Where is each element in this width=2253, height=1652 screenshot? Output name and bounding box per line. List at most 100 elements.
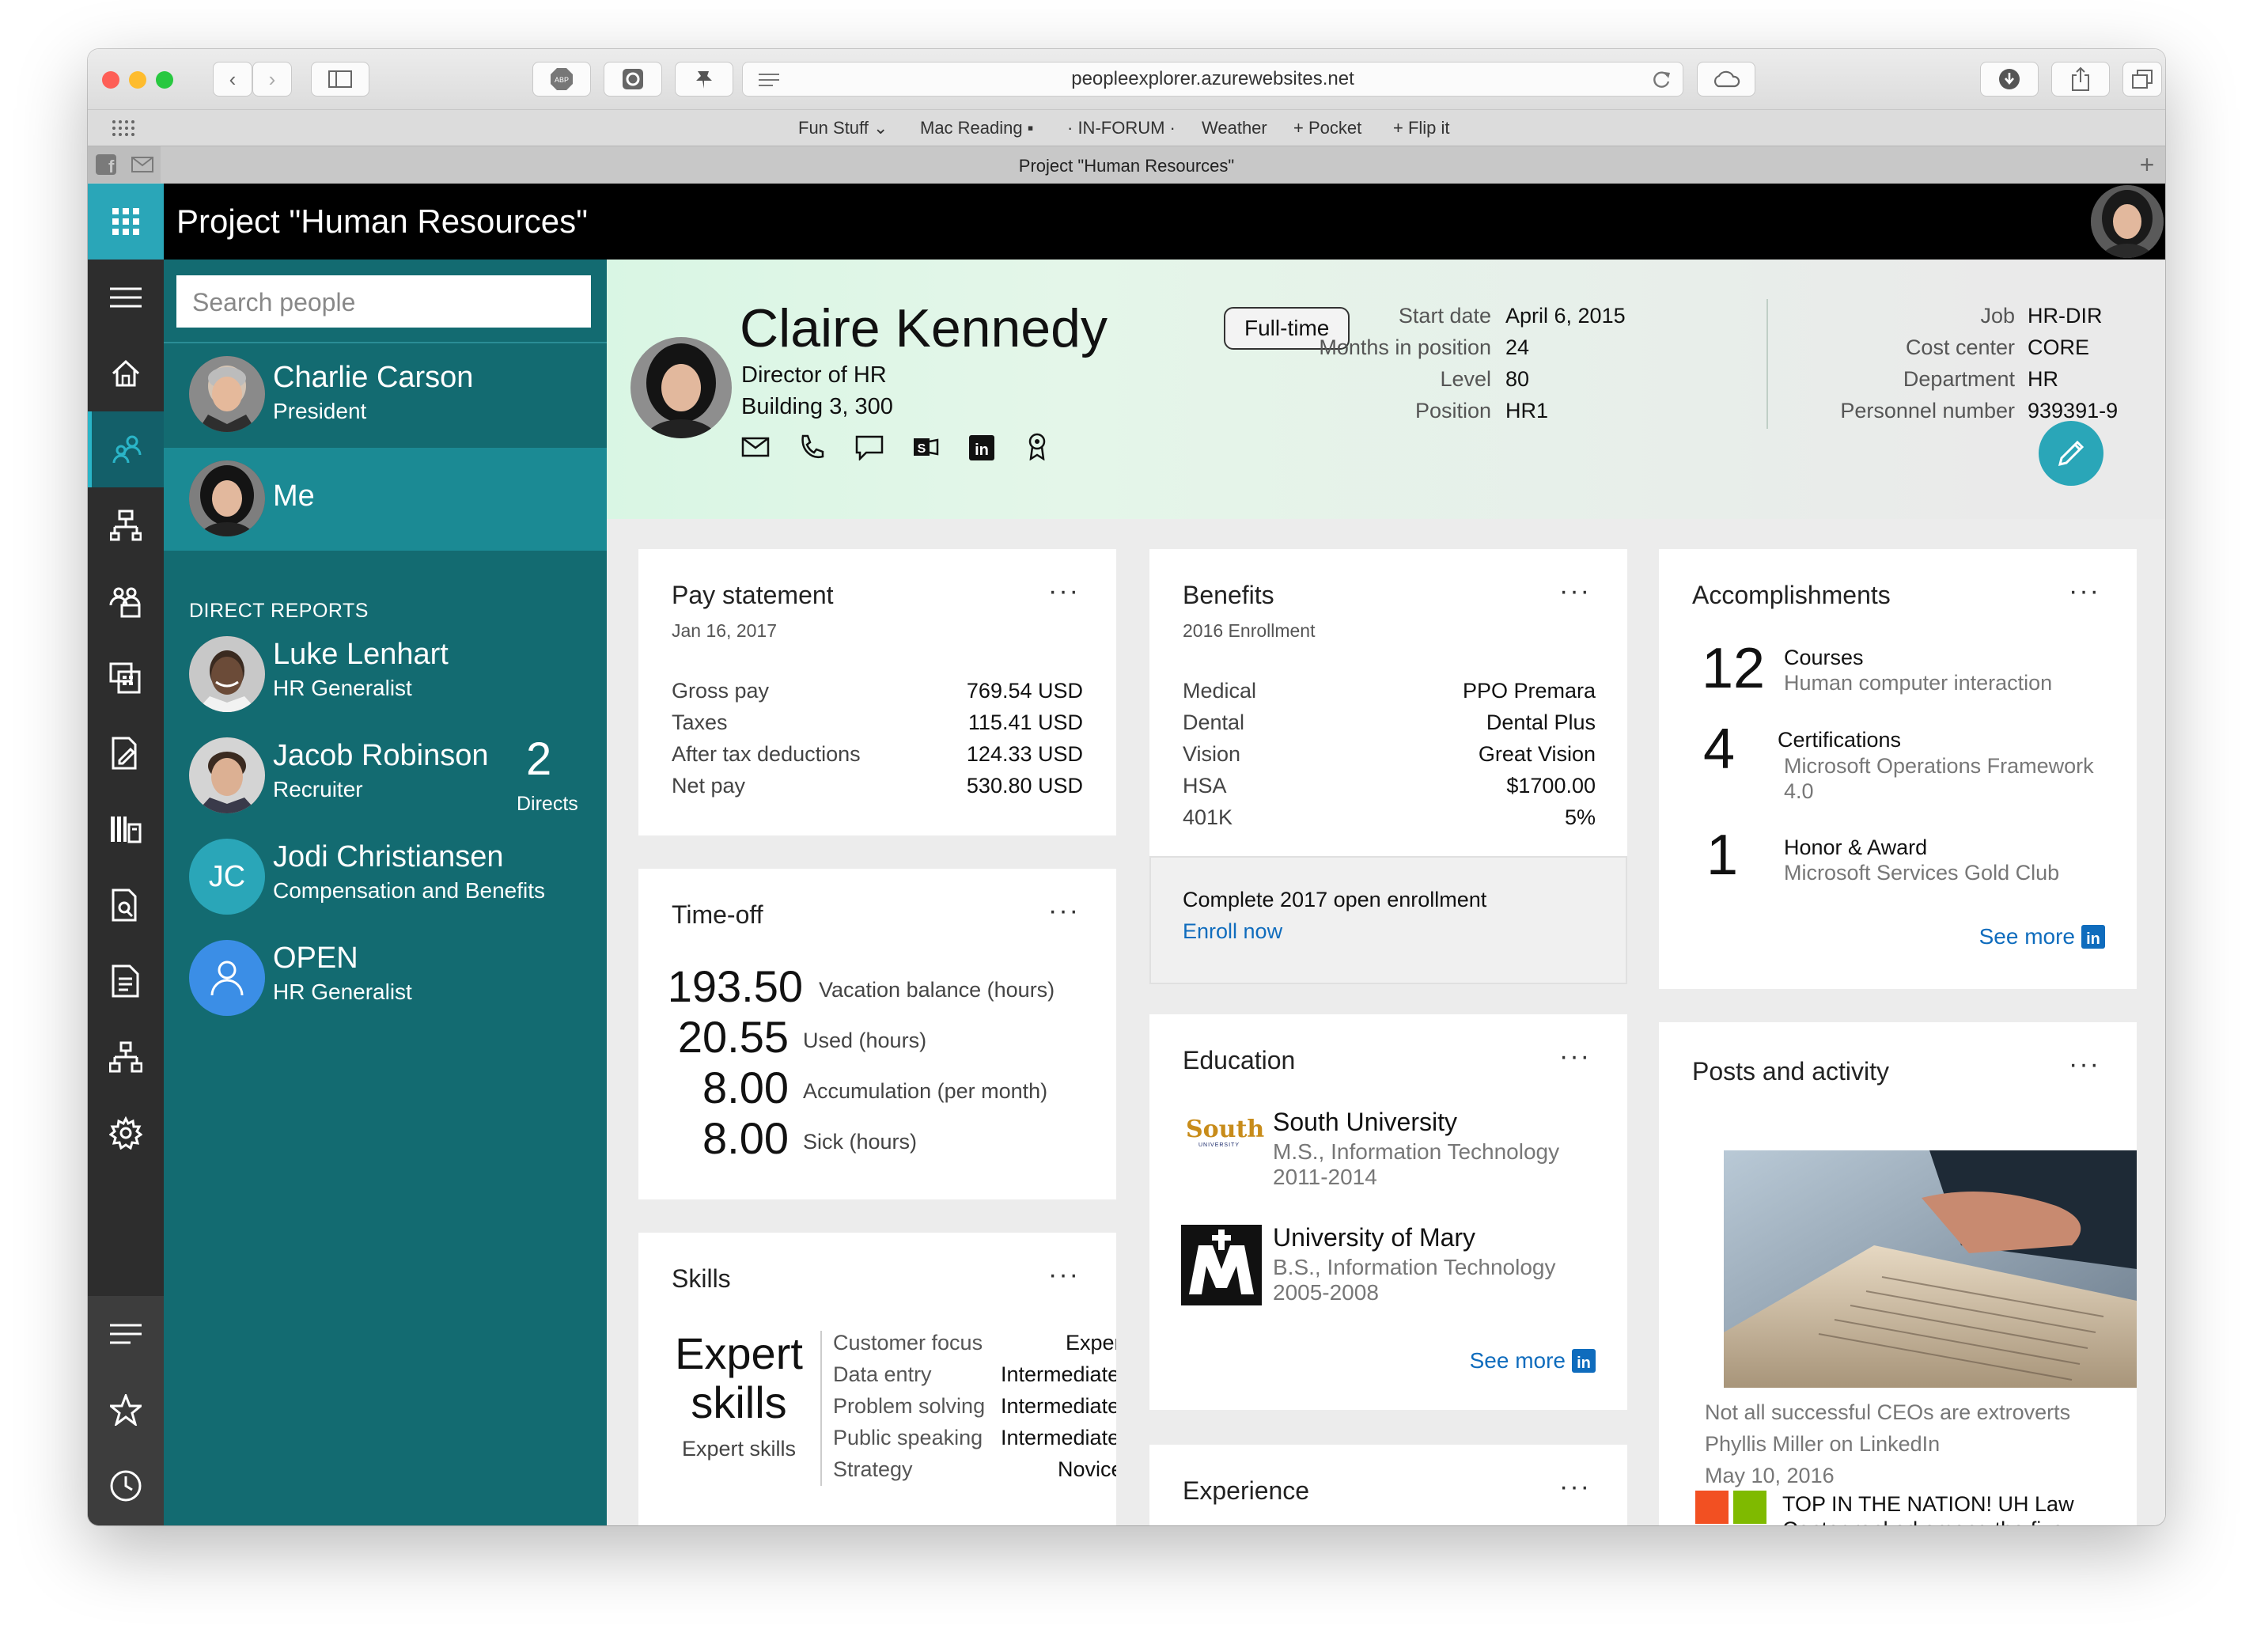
bookmark-pocket[interactable]: + Pocket: [1293, 118, 1361, 138]
accomplishment-label: Honor & Award: [1784, 835, 1928, 859]
cloud-icon: [1713, 70, 1740, 88]
list-item[interactable]: OPEN HR Generalist: [164, 940, 607, 1041]
share-button[interactable]: [2051, 62, 2110, 97]
benefits-card: Benefits 2016 Enrollment ··· Medical Den…: [1149, 549, 1627, 856]
tabs-icon: [2132, 70, 2153, 89]
close-window-button[interactable]: [102, 71, 119, 89]
field-label: Level: [1440, 367, 1491, 391]
menu-button[interactable]: [88, 260, 164, 335]
skill-name: Problem solving: [833, 1394, 986, 1418]
minimize-window-button[interactable]: [129, 71, 146, 89]
more-options-button[interactable]: ···: [2069, 576, 2100, 607]
nav-review[interactable]: [88, 867, 164, 943]
back-button[interactable]: ‹: [213, 62, 252, 97]
bookmark-flip-it[interactable]: + Flip it: [1393, 118, 1450, 138]
person-photo: [189, 356, 265, 432]
see-more-label: See more: [1469, 1348, 1566, 1373]
edit-profile-button[interactable]: [2039, 421, 2103, 486]
sidebar-toggle-button[interactable]: [311, 62, 369, 97]
pay-value: 124.33 USD: [966, 742, 1083, 766]
skype-icon[interactable]: S: [912, 434, 939, 460]
forward-button[interactable]: ›: [252, 62, 292, 97]
skill-level: Intermediate: [1001, 1426, 1116, 1449]
icloud-tabs-button[interactable]: [1697, 62, 1755, 97]
nav-org[interactable]: [88, 487, 164, 563]
pay-statement-card: Pay statement Jan 16, 2017 ··· Gross pay…: [638, 549, 1116, 835]
nav-feed[interactable]: [88, 1296, 164, 1372]
skill-name: Data entry: [833, 1362, 932, 1386]
nav-documents[interactable]: [88, 715, 164, 791]
skill-name: Public speaking: [833, 1426, 983, 1449]
nav-reports[interactable]: [88, 943, 164, 1019]
nav-people[interactable]: [88, 411, 164, 487]
zoom-window-button[interactable]: [156, 71, 173, 89]
org-chart-icon: [109, 1041, 142, 1073]
card-title: Education: [1183, 1046, 1296, 1074]
svg-text:in: in: [975, 441, 989, 459]
new-tab-button[interactable]: +: [2129, 146, 2165, 183]
reader-icon: [759, 74, 779, 86]
phone-icon[interactable]: [798, 434, 825, 460]
nav-payroll[interactable]: [88, 639, 164, 715]
benefit-label: Medical: [1183, 679, 1257, 703]
accomplishments-see-more-link[interactable]: See more in: [1979, 924, 2105, 949]
skill-level: Intermediate: [1001, 1362, 1116, 1386]
bookmark-mac-reading[interactable]: Mac Reading ▪: [920, 118, 1034, 138]
post-image[interactable]: [1724, 1150, 2137, 1388]
more-options-button[interactable]: ···: [1048, 896, 1080, 926]
email-icon[interactable]: [741, 435, 770, 459]
post-headline[interactable]: Not all successful CEOs are extroverts: [1705, 1400, 2070, 1425]
list-item[interactable]: Luke Lenhart HR Generalist: [164, 636, 607, 737]
linkedin-icon[interactable]: in: [969, 435, 994, 460]
more-options-button[interactable]: ···: [2069, 1049, 2100, 1080]
nav-structure[interactable]: [88, 1019, 164, 1095]
user-avatar[interactable]: [2091, 185, 2164, 258]
more-options-button[interactable]: ···: [1048, 1260, 1080, 1290]
pin-icon: [696, 71, 712, 89]
skill-level: Intermediate: [1001, 1394, 1116, 1418]
more-options-button[interactable]: ···: [1559, 576, 1591, 607]
manager-row[interactable]: Charlie Carson President: [164, 343, 607, 445]
reload-icon[interactable]: [1651, 70, 1672, 90]
list-item[interactable]: JC Jodi Christiansen Compensation and Be…: [164, 839, 607, 940]
accomplishment-detail: Microsoft Services Gold Club: [1784, 861, 2060, 885]
nav-settings[interactable]: [88, 1095, 164, 1171]
enrollment-banner: Complete 2017 open enrollment Enroll now: [1149, 856, 1627, 984]
bookmark-fun-stuff[interactable]: Fun Stuff ⌄: [798, 118, 888, 138]
nav-favorites[interactable]: [88, 1372, 164, 1448]
address-bar[interactable]: peopleexplorer.azurewebsites.net: [742, 62, 1683, 97]
extension-button[interactable]: [604, 62, 662, 97]
posts-card: Posts and activity ··· Not all successfu…: [1659, 1022, 2137, 1525]
field-value: HR: [2028, 367, 2058, 391]
field-label: Cost center: [1905, 335, 2015, 359]
bookmark-weather[interactable]: Weather: [1202, 118, 1267, 138]
adblock-button[interactable]: ABP: [532, 62, 591, 97]
chat-icon[interactable]: [855, 435, 884, 460]
app-launcher-button[interactable]: [88, 184, 164, 260]
avatar: [189, 940, 265, 1016]
downloads-button[interactable]: [1980, 62, 2039, 97]
bookmark-in-forum[interactable]: · IN-FORUM ·: [1067, 118, 1176, 138]
nav-teams[interactable]: [88, 563, 164, 639]
tab-overview-button[interactable]: [2122, 62, 2162, 97]
enroll-now-link[interactable]: Enroll now: [1183, 919, 1282, 944]
list-item[interactable]: Jacob Robinson Recruiter 2 Directs: [164, 733, 607, 839]
nav-home[interactable]: [88, 335, 164, 411]
me-row[interactable]: Me: [164, 448, 607, 551]
more-options-button[interactable]: ···: [1559, 1041, 1591, 1072]
more-options-button[interactable]: ···: [1048, 576, 1080, 607]
post-headline[interactable]: Center ranked among the five...: [1782, 1517, 2081, 1525]
school-years: 2011-2014: [1273, 1165, 1377, 1189]
nav-library[interactable]: [88, 791, 164, 867]
person-role: Compensation and Benefits: [273, 878, 545, 903]
award-icon[interactable]: [1026, 432, 1048, 460]
more-options-button[interactable]: ···: [1559, 1472, 1591, 1502]
education-see-more-link[interactable]: See more in: [1470, 1348, 1596, 1374]
time-off-value: 8.00: [702, 1113, 789, 1163]
pin-extension-button[interactable]: [675, 62, 733, 97]
nav-recent[interactable]: [88, 1448, 164, 1524]
post-headline[interactable]: TOP IN THE NATION! UH Law: [1782, 1492, 2074, 1517]
grid-icon[interactable]: [112, 119, 135, 137]
tab-title[interactable]: Project "Human Resources": [88, 156, 2165, 176]
search-input[interactable]: Search people: [176, 275, 591, 328]
